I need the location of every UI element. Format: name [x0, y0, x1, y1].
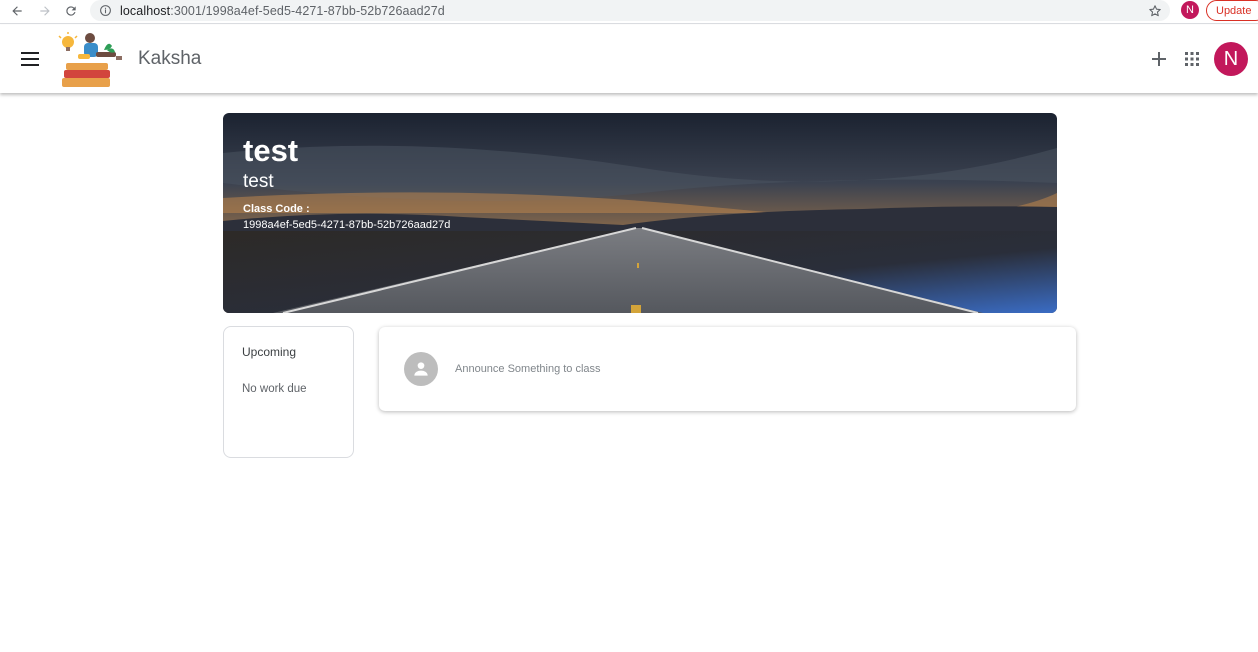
- apps-grid-icon[interactable]: [1180, 47, 1204, 71]
- url-path: :3001/1998a4ef-5ed5-4271-87bb-52b726aad2…: [170, 3, 445, 18]
- class-section: test: [243, 171, 274, 192]
- class-banner: test test Class Code : 1998a4ef-5ed5-427…: [223, 113, 1057, 313]
- update-button[interactable]: Update: [1206, 0, 1258, 21]
- app-header: Kaksha N: [0, 25, 1258, 93]
- plus-icon[interactable]: [1147, 47, 1171, 71]
- app-title[interactable]: Kaksha: [138, 48, 201, 70]
- announce-box[interactable]: Announce Something to class: [379, 327, 1076, 411]
- no-work-text: No work due: [242, 383, 307, 395]
- reload-icon[interactable]: [58, 0, 84, 22]
- announce-prompt[interactable]: Announce Something to class: [455, 363, 601, 375]
- url-text: localhost:3001/1998a4ef-5ed5-4271-87bb-5…: [120, 4, 445, 18]
- user-avatar[interactable]: N: [1214, 42, 1248, 76]
- upcoming-card: Upcoming No work due: [223, 326, 354, 458]
- info-icon[interactable]: [98, 4, 112, 18]
- person-icon: [404, 352, 438, 386]
- star-icon[interactable]: [1147, 3, 1162, 18]
- kaksha-logo: [52, 28, 132, 92]
- forward-icon[interactable]: [32, 0, 58, 22]
- class-code-value: 1998a4ef-5ed5-4271-87bb-52b726aad27d: [243, 219, 451, 231]
- url-host: localhost: [120, 3, 171, 18]
- browser-profile-avatar[interactable]: N: [1181, 1, 1199, 19]
- back-icon[interactable]: [4, 0, 30, 22]
- banner-text: test test Class Code : 1998a4ef-5ed5-427…: [243, 133, 450, 231]
- class-name: test: [243, 133, 299, 168]
- hamburger-menu-icon[interactable]: [18, 47, 42, 71]
- browser-toolbar: localhost:3001/1998a4ef-5ed5-4271-87bb-5…: [0, 0, 1258, 24]
- upcoming-title: Upcoming: [242, 345, 297, 359]
- address-bar[interactable]: localhost:3001/1998a4ef-5ed5-4271-87bb-5…: [90, 0, 1170, 21]
- class-code-label: Class Code :: [243, 203, 310, 215]
